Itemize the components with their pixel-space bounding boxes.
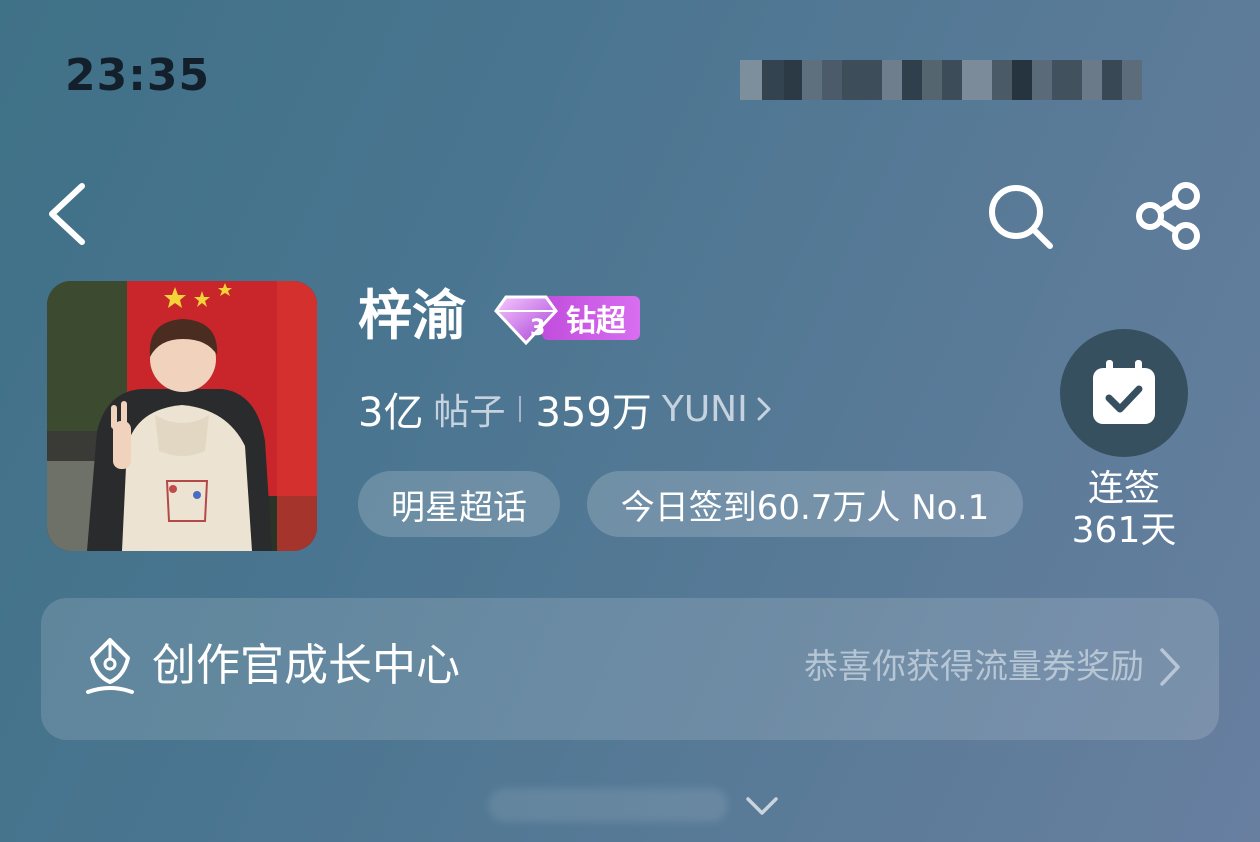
stats-divider — [519, 396, 522, 422]
posts-label: 帖子 — [433, 392, 506, 433]
topic-name: 梓渝 — [358, 284, 466, 347]
badge-level: 3 — [530, 316, 545, 341]
level-badge[interactable]: 3 钻超 — [494, 293, 640, 345]
status-icons-blurred — [740, 60, 1180, 100]
checkin-streak: 连签 361天 — [1060, 468, 1188, 552]
diamond-icon: 3 — [494, 295, 558, 345]
stats-row[interactable]: 3亿 帖子 359万 YUNI — [358, 384, 774, 436]
blurred-text — [488, 788, 728, 822]
calendar-check-icon — [1093, 360, 1155, 424]
checkin-button[interactable] — [1060, 329, 1188, 457]
avatar[interactable] — [47, 281, 317, 551]
checkin-streak-label: 连签 — [1087, 468, 1160, 509]
fans-label: YUNI — [661, 388, 748, 430]
back-button[interactable] — [44, 182, 94, 246]
share-icon — [1136, 182, 1200, 250]
share-button[interactable] — [1134, 180, 1206, 252]
chevron-down-icon — [746, 797, 778, 815]
chevron-right-icon — [757, 397, 771, 421]
fans-count: 359万 — [535, 390, 652, 436]
chevron-right-icon — [1157, 646, 1183, 688]
expand-button[interactable] — [745, 795, 779, 817]
status-time: 23:35 — [65, 50, 211, 101]
category-chip[interactable]: 明星超话 — [358, 471, 560, 537]
pen-nib-icon — [84, 636, 136, 698]
chevron-left-icon — [49, 183, 85, 245]
banner-subtitle: 恭喜你获得流量券奖励 — [804, 647, 1144, 687]
checkin-streak-days: 361天 — [1071, 510, 1177, 551]
checkin-rank-chip[interactable]: 今日签到60.7万人 No.1 — [587, 471, 1023, 537]
posts-count: 3亿 — [358, 390, 424, 436]
search-button[interactable] — [986, 182, 1056, 252]
search-icon — [989, 185, 1053, 249]
banner-title: 创作官成长中心 — [152, 640, 460, 691]
